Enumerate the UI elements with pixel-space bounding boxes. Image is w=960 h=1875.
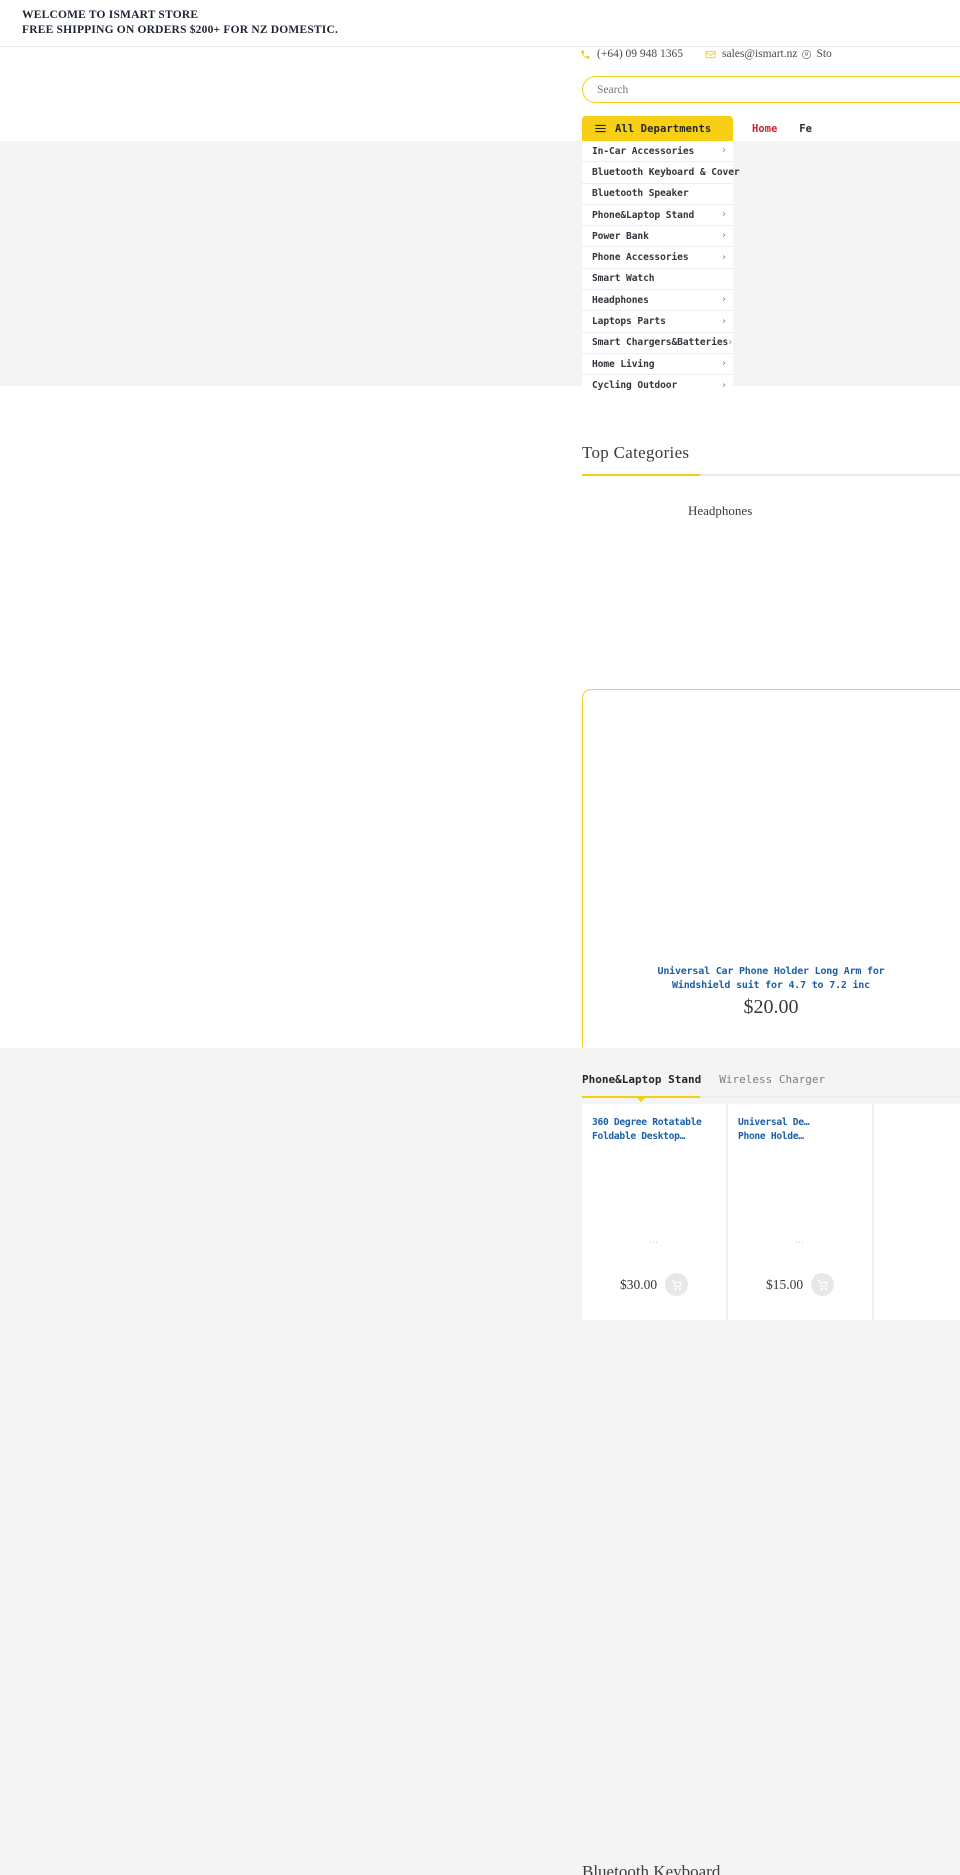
- department-label: Bluetooth Speaker: [592, 188, 689, 200]
- product-card[interactable]: Universal De… Phone Holde… … $15.00: [728, 1104, 873, 1320]
- chevron-right-icon: ›: [728, 336, 733, 348]
- department-label: Phone Accessories: [592, 252, 689, 264]
- bottom-section-heading: Bluetooth Keyboard: [582, 1862, 721, 1875]
- announcement-line-2: FREE SHIPPING ON ORDERS $200+ FOR NZ DOM…: [22, 24, 339, 36]
- mail-icon: [705, 49, 716, 60]
- product-footer: $30.00: [582, 1273, 726, 1296]
- department-item-bluetooth-keyboard-cover[interactable]: Bluetooth Keyboard & Cover: [582, 162, 740, 184]
- email-contact[interactable]: sales@ismart.nz: [705, 48, 797, 60]
- main-navigation: Home Fe: [752, 116, 960, 141]
- all-departments-button[interactable]: All Departments: [582, 116, 733, 141]
- contact-strip: (+64) 09 948 1365 sales@ismart.nz Sto: [580, 44, 960, 64]
- all-departments-label: All Departments: [615, 122, 712, 135]
- department-label: In-Car Accessories: [592, 145, 695, 157]
- department-label: Headphones: [592, 294, 649, 306]
- product-footer: $15.00: [728, 1273, 872, 1296]
- chevron-right-icon: ›: [722, 145, 726, 157]
- announcement-bar: WELCOME TO ISMART STORE FREE SHIPPING ON…: [0, 0, 960, 47]
- product-title[interactable]: 360 Degree Rotatable Foldable Desktop… T…: [592, 1116, 716, 1144]
- tabs-divider: [582, 1096, 960, 1102]
- add-to-cart-button[interactable]: [811, 1273, 835, 1296]
- product-title-line-1: Universal De…: [738, 1117, 810, 1128]
- add-to-cart-button[interactable]: [665, 1273, 689, 1296]
- chevron-right-icon: ›: [722, 209, 726, 221]
- product-title[interactable]: Universal De… Phone Holde…: [738, 1116, 862, 1144]
- department-label: Cycling Outdoor: [592, 380, 678, 392]
- location-pin-icon: [801, 49, 812, 60]
- department-item-bluetooth-speaker[interactable]: Bluetooth Speaker: [582, 184, 733, 205]
- department-item-phone-accessories[interactable]: Phone Accessories ›: [582, 247, 733, 269]
- section-divider: [582, 474, 960, 476]
- department-label: Phone&Laptop Stand: [592, 209, 695, 221]
- nav-item-home[interactable]: Home: [752, 123, 777, 135]
- search-box[interactable]: [582, 76, 960, 103]
- department-label: Bluetooth Keyboard & Cover: [592, 166, 740, 178]
- chevron-right-icon: ›: [722, 358, 726, 370]
- product-price: $15.00: [765, 1276, 804, 1292]
- store-locator-link[interactable]: Sto: [801, 48, 832, 60]
- department-item-in-car-accessories[interactable]: In-Car Accessories ›: [582, 141, 733, 163]
- department-item-smart-chargers-batteries[interactable]: Smart Chargers&Batteries ›: [582, 333, 733, 354]
- tab-wireless-charger[interactable]: Wireless Charger: [719, 1073, 825, 1092]
- product-title-line-1: 360 Degree Rotatable: [592, 1117, 702, 1128]
- department-item-laptops-parts[interactable]: Laptops Parts ›: [582, 311, 733, 333]
- cart-icon: [817, 1279, 829, 1291]
- chevron-right-icon: ›: [722, 251, 726, 263]
- chevron-right-icon: ›: [722, 230, 726, 242]
- page-background-left: [0, 141, 582, 386]
- search-input[interactable]: [597, 83, 960, 96]
- product-price: $30.00: [619, 1276, 658, 1292]
- store-locator-label: Sto: [816, 48, 832, 60]
- product-rating-dots: …: [795, 1236, 805, 1246]
- product-title[interactable]: [884, 1116, 960, 1144]
- featured-title-line-2: Windshield suit for 4.7 to 7.2 inc: [672, 980, 870, 991]
- department-item-smart-watch[interactable]: Smart Watch: [582, 269, 733, 291]
- phone-contact[interactable]: (+64) 09 948 1365: [580, 48, 683, 60]
- category-label-headphones[interactable]: Headphones: [688, 503, 752, 519]
- department-label: Laptops Parts: [592, 316, 666, 328]
- department-label: Smart Chargers&Batteries: [592, 337, 729, 349]
- chevron-right-icon: ›: [722, 379, 726, 391]
- hamburger-menu-icon: [595, 124, 606, 133]
- product-rating-dots: …: [649, 1236, 659, 1246]
- announcement-line-1: WELCOME TO ISMART STORE: [22, 9, 199, 21]
- department-item-phone-laptop-stand[interactable]: Phone&Laptop Stand ›: [582, 205, 733, 227]
- featured-product-price: $20.00: [743, 996, 799, 1018]
- search-bar[interactable]: [582, 76, 960, 103]
- department-label: Smart Watch: [592, 273, 655, 285]
- departments-dropdown: In-Car Accessories › Bluetooth Keyboard …: [582, 141, 740, 401]
- product-title-line-2: Phone Holde…: [738, 1131, 804, 1142]
- department-label: Home Living: [592, 358, 655, 370]
- product-title-line-2: Foldable Desktop… Tablet: [592, 1131, 686, 1142]
- phone-icon: [580, 49, 591, 60]
- chevron-right-icon: ›: [722, 294, 726, 306]
- email-address: sales@ismart.nz: [722, 48, 798, 60]
- chevron-right-icon: ›: [722, 315, 726, 327]
- top-categories-title: Top Categories: [582, 443, 690, 462]
- department-item-power-bank[interactable]: Power Bank ›: [582, 226, 733, 248]
- cart-icon: [671, 1279, 683, 1291]
- tab-phone-laptop-stand[interactable]: Phone&Laptop Stand: [582, 1073, 701, 1092]
- nav-item-featured[interactable]: Fe: [799, 123, 812, 135]
- department-item-home-living[interactable]: Home Living ›: [582, 354, 733, 376]
- product-card[interactable]: [874, 1104, 960, 1320]
- top-categories-section: Top Categories: [582, 443, 960, 476]
- phone-number: (+64) 09 948 1365: [597, 48, 684, 60]
- department-label: Power Bank: [592, 230, 649, 242]
- product-tabs: Phone&Laptop Stand Wireless Charger: [582, 1073, 960, 1092]
- featured-title-line-1: Universal Car Phone Holder Long Arm for: [657, 966, 885, 977]
- product-card[interactable]: 360 Degree Rotatable Foldable Desktop… T…: [582, 1104, 727, 1320]
- page-background-right: [733, 141, 960, 386]
- department-item-cycling-outdoor[interactable]: Cycling Outdoor ›: [582, 375, 733, 396]
- department-item-headphones[interactable]: Headphones ›: [582, 290, 733, 312]
- featured-product-title[interactable]: Universal Car Phone Holder Long Arm for …: [582, 965, 960, 993]
